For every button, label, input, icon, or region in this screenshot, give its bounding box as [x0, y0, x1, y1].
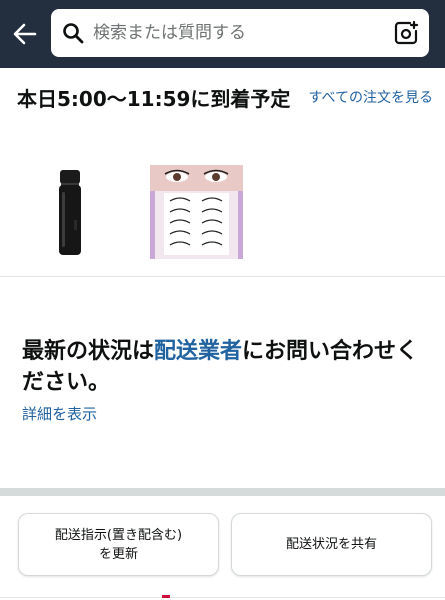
section-separator: [0, 488, 445, 496]
show-details-link[interactable]: 詳細を表示: [22, 403, 97, 424]
bottom-divider: [0, 597, 445, 598]
search-input[interactable]: [93, 17, 375, 49]
share-delivery-status-button[interactable]: 配送状況を共有: [231, 513, 432, 576]
camera-search-icon[interactable]: [393, 20, 419, 46]
search-box[interactable]: [51, 9, 429, 57]
update-delivery-instructions-button[interactable]: 配送指示(置き配含む) を更新: [18, 513, 219, 576]
status-text-before: 最新の状況は: [22, 339, 155, 364]
section-divider: [0, 276, 445, 277]
arrow-left-icon: [13, 23, 37, 45]
carrier-link[interactable]: 配送業者: [154, 339, 242, 364]
progress-marker: [162, 595, 170, 598]
product-thumbnail-eyelashes[interactable]: [150, 165, 243, 259]
product-thumbnail-bottle[interactable]: [56, 170, 84, 256]
top-bar: [0, 0, 445, 68]
tracking-status-message: 最新の状況は配送業者にお問い合わせください。: [22, 336, 430, 398]
search-icon[interactable]: [61, 21, 85, 45]
back-button[interactable]: [12, 21, 38, 47]
delivery-estimate-heading: 本日5:00〜11:59に到着予定: [17, 87, 291, 111]
all-orders-link[interactable]: すべての注文を見る: [308, 87, 433, 109]
